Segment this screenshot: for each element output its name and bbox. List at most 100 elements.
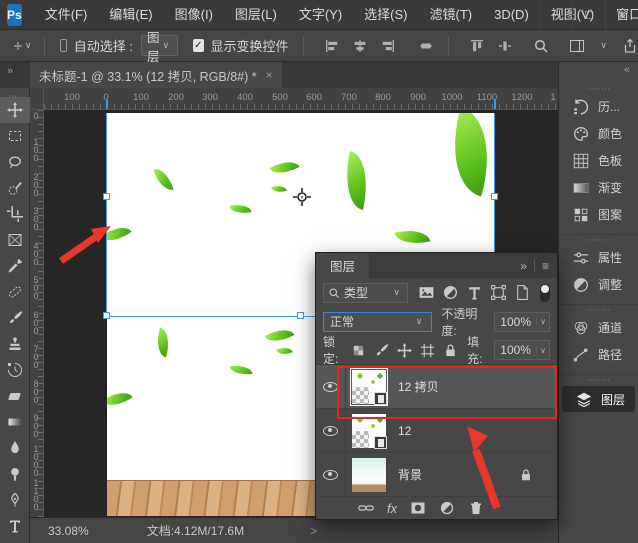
layers-panel-tab[interactable]: 图层 [316,253,370,278]
auto-select-target-dropdown[interactable]: 图层 ∨ [141,31,179,64]
dock-item-properties[interactable]: 属性 [559,244,638,271]
filter-adjustment-layers-icon[interactable] [442,284,459,301]
vertical-ruler[interactable]: 0 100 200 300 400 500 600 700 800 900 1000 1100 [30,110,44,517]
blend-mode-dropdown[interactable]: 正常 ∨ [323,311,433,332]
filter-type-layers-icon[interactable] [466,284,483,301]
dock-item-gradient[interactable]: 渐变 [559,174,638,201]
quick-select-tool[interactable] [0,175,30,201]
dock-item-pattern[interactable]: 图案 [559,201,638,228]
distribute-centers-icon[interactable] [418,38,434,54]
lock-position-icon[interactable] [397,342,413,358]
share-icon[interactable] [622,38,638,54]
dock-item-adjustments[interactable]: 调整 [559,271,638,298]
panel-collapse-icon[interactable]: » [520,259,527,273]
dock-drag-handle[interactable] [559,375,638,384]
dock-drag-handle[interactable] [559,235,638,244]
tab-overflow-icon[interactable]: » [7,65,13,77]
dock-item-paths[interactable]: 路径 [559,341,638,368]
dodge-tool[interactable] [0,461,30,487]
auto-select-checkbox[interactable] [59,39,67,52]
add-layer-mask-icon[interactable] [410,500,426,516]
align-right-icon[interactable] [380,38,396,54]
maximize-button[interactable]: □ [572,0,605,30]
transform-handle-mid-left[interactable] [103,193,110,200]
close-button[interactable]: × [605,0,638,30]
dock-item-color[interactable]: 颜色 [559,120,638,147]
menu-item-6[interactable]: 滤镜(T) [419,0,484,30]
menu-item-2[interactable]: 图像(I) [164,0,224,30]
frame-tool[interactable] [0,227,30,253]
menu-item-4[interactable]: 文字(Y) [288,0,353,30]
filter-shape-layers-icon[interactable] [490,284,507,301]
panel-menu-icon[interactable]: ≡ [542,259,549,273]
search-icon[interactable] [533,38,549,54]
show-transform-checkbox[interactable]: ✓ [193,39,204,52]
dock-drag-handle[interactable] [559,305,638,314]
dock-item-history[interactable]: 历... [559,93,638,120]
dock-item-layers[interactable]: 图层 [562,386,635,412]
blur-tool[interactable] [0,435,30,461]
menu-item-1[interactable]: 编辑(E) [98,0,163,30]
clone-stamp-tool[interactable] [0,331,30,357]
align-left-icon[interactable] [324,38,340,54]
fill-field[interactable]: 100% ∨ [494,340,550,360]
lock-image-pixels-icon[interactable] [374,343,389,358]
toolbar-drag-handle[interactable] [0,90,29,97]
filter-type-dropdown[interactable]: 类型 ∨ [323,282,408,303]
layer-thumbnail[interactable] [352,457,386,492]
menu-item-3[interactable]: 图层(L) [224,0,288,30]
chevron-down-icon[interactable]: ∨ [25,40,32,51]
distribute-horizontal-icon[interactable] [497,38,513,54]
filter-toggle-switch[interactable] [540,283,550,302]
menu-item-5[interactable]: 选择(S) [353,0,418,30]
dock-item-channels[interactable]: 通道 [559,314,638,341]
tab-close-icon[interactable]: × [266,68,273,82]
ruler-corner[interactable] [30,88,44,110]
lock-transparent-pixels-icon[interactable] [351,343,366,358]
history-brush-tool[interactable] [0,357,30,383]
type-tool[interactable] [0,513,30,539]
transform-handle-mid-right[interactable] [491,193,498,200]
lasso-tool[interactable] [0,149,30,175]
filter-smart-object-icon[interactable] [514,284,531,301]
eye-icon[interactable] [323,469,338,480]
dock-drag-handle[interactable] [559,84,638,93]
eye-icon[interactable] [323,381,338,392]
transform-reference-point[interactable] [293,188,311,206]
document-tab[interactable]: 未标题-1 @ 33.1% (12 拷贝, RGB/8#) * × [30,62,282,88]
spot-healing-tool[interactable] [0,279,30,305]
align-top-edges-icon[interactable] [469,38,485,54]
lock-artboard-icon[interactable] [420,343,435,358]
eyedropper-tool[interactable] [0,253,30,279]
filter-image-layers-icon[interactable] [418,284,435,301]
pen-tool[interactable] [0,487,30,513]
status-more-icon[interactable]: > [310,524,317,538]
align-center-horizontal-icon[interactable] [352,38,368,54]
dock-item-swatches[interactable]: 色板 [559,147,638,174]
minimize-button[interactable]: − [539,0,572,30]
horizontal-ruler[interactable]: 100 0 100 200 300 400 500 600 700 800 900 1000 1100 1… [44,88,558,110]
menu-item-0[interactable]: 文件(F) [34,0,99,30]
opacity-field[interactable]: 100% ∨ [494,311,550,332]
dock-collapse-icon[interactable]: « [559,62,638,84]
layer-row-2[interactable]: 背景 [316,453,557,497]
eraser-tool[interactable] [0,383,30,409]
eye-icon[interactable] [323,425,338,436]
gradient-tool[interactable] [0,409,30,435]
layer-name[interactable]: 12 [398,424,411,438]
menu-item-7[interactable]: 3D(D) [483,0,540,30]
workspace-icon[interactable] [569,38,585,54]
layer-name[interactable]: 背景 [398,466,422,483]
lock-all-icon[interactable] [443,343,458,358]
chevron-down-icon[interactable]: ∨ [600,40,607,51]
transform-handle-bottom-left[interactable] [103,312,110,319]
zoom-level-field[interactable]: 33.08% [48,524,89,538]
link-layers-icon[interactable] [358,500,374,516]
brush-tool[interactable] [0,305,30,331]
crop-tool[interactable] [0,201,30,227]
move-tool[interactable] [0,97,30,123]
layer-visibility-cell[interactable] [316,453,346,496]
rect-marquee-tool[interactable] [0,123,30,149]
layer-style-fx-icon[interactable]: fx [387,501,397,516]
transform-handle-bottom-center[interactable] [297,312,304,319]
